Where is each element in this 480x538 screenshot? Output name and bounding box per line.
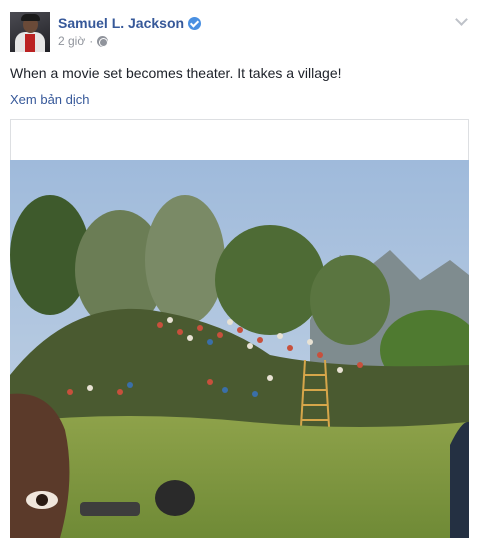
meta-separator: · [89,34,94,48]
post-meta: 2 giờ · [58,34,109,48]
post-text: When a movie set becomes theater. It tak… [10,65,342,81]
see-translation-link[interactable]: Xem bản dịch [10,92,90,107]
author-name[interactable]: Samuel L. Jackson [58,15,184,31]
avatar[interactable] [10,12,50,52]
globe-icon[interactable] [97,35,109,47]
post-header: Samuel L. Jackson 2 giờ · [10,12,472,52]
author-row: Samuel L. Jackson [58,14,202,32]
verified-badge-icon [188,16,202,30]
feed-post: Samuel L. Jackson 2 giờ · When a movie s… [0,0,480,538]
chevron-down-icon[interactable] [454,14,468,28]
post-timestamp[interactable]: 2 giờ [58,34,85,48]
post-photo[interactable] [10,160,469,538]
photo-scene [10,160,469,538]
